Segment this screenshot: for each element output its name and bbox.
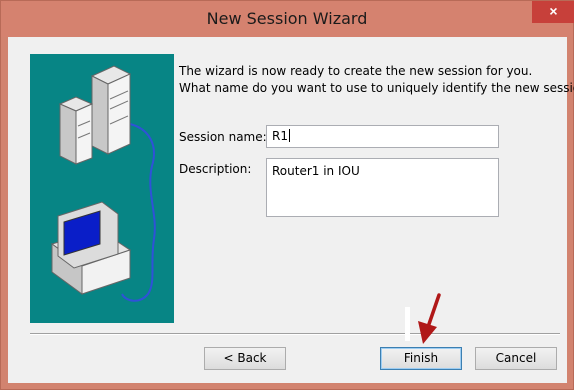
cancel-button[interactable]: Cancel bbox=[475, 347, 557, 370]
wizard-illustration bbox=[30, 54, 174, 323]
wizard-window: New Session Wizard × The wizard is now r… bbox=[0, 0, 574, 390]
session-name-input[interactable]: R1 bbox=[266, 125, 499, 148]
network-illustration bbox=[50, 65, 156, 302]
intro-text-line-1: The wizard is now ready to create the ne… bbox=[179, 64, 533, 78]
session-name-value: R1 bbox=[272, 129, 288, 143]
window-title: New Session Wizard bbox=[206, 9, 368, 28]
intro-text-line-2: What name do you want to use to uniquely… bbox=[179, 81, 574, 95]
description-value: Router1 in IOU bbox=[272, 164, 360, 178]
close-icon: × bbox=[549, 3, 558, 19]
back-button[interactable]: < Back bbox=[204, 347, 286, 370]
description-textarea[interactable]: Router1 in IOU bbox=[266, 158, 499, 217]
computer-icon bbox=[50, 201, 132, 295]
wizard-body: The wizard is now ready to create the ne… bbox=[8, 37, 574, 383]
button-separator bbox=[30, 333, 560, 335]
finish-button[interactable]: Finish bbox=[380, 347, 462, 370]
server-icon bbox=[58, 65, 132, 165]
title-bar[interactable]: New Session Wizard × bbox=[1, 1, 574, 37]
session-name-label: Session name: bbox=[179, 130, 267, 144]
description-label: Description: bbox=[179, 162, 252, 176]
text-caret bbox=[288, 129, 290, 142]
close-button[interactable]: × bbox=[532, 1, 574, 23]
